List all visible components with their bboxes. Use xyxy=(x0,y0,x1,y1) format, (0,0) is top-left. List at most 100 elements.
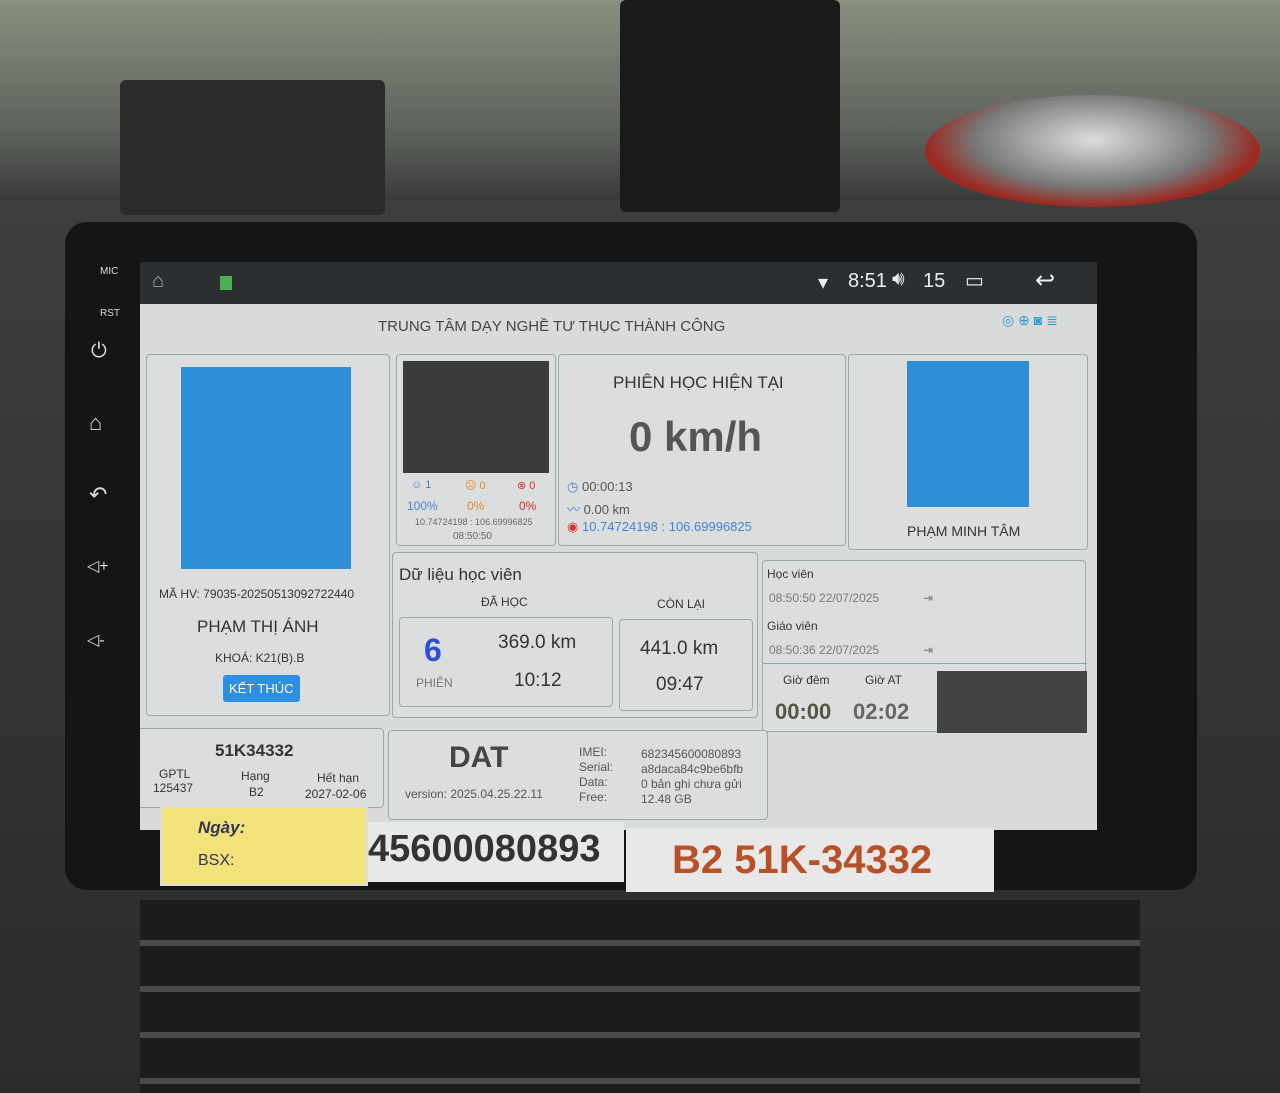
face-time: 08:50:50 xyxy=(453,531,492,542)
device-info-labels: IMEI: Serial: Data: Free: xyxy=(579,745,613,805)
auto-hours-value: 02:02 xyxy=(853,699,910,724)
learned-time: 10:12 xyxy=(514,670,562,691)
current-speed: 0 km/h xyxy=(629,413,763,460)
night-hours-label: Giờ đêm xyxy=(783,673,830,687)
remaining-km: 441.0 km xyxy=(640,638,719,659)
volume-level: 15 xyxy=(923,270,946,292)
student-log-label: Học viên xyxy=(767,567,814,581)
learned-label: ĐÃ HỌC xyxy=(481,595,528,609)
face-fail-pct: 0% xyxy=(519,499,537,513)
clock-icon: ◷ xyxy=(567,479,579,494)
dat-sticker: Ngày: BSX: xyxy=(160,806,368,886)
learned-km: 369.0 km xyxy=(498,632,577,653)
wifi-icon: ▾ xyxy=(818,272,829,294)
gptl-label: GPTL xyxy=(159,767,191,781)
volume-down-icon[interactable]: ◁- xyxy=(87,630,105,650)
back-icon[interactable]: ↶ xyxy=(89,482,107,508)
teacher-logout-icon[interactable]: ⇥ xyxy=(923,643,933,657)
sessions-count: 6 xyxy=(424,632,442,668)
student-name: PHẠM THỊ ÁNH xyxy=(197,617,319,636)
serial-value: a8daca84c9be6bfb xyxy=(641,762,744,776)
serial-label: Serial: xyxy=(579,760,614,774)
app-icon[interactable] xyxy=(220,276,232,290)
vehicle-card: 51K34332 GPTL 125437 Hạng B2 Hết hạn 202… xyxy=(140,728,384,808)
teacher-log-label: Giáo viên xyxy=(767,619,818,633)
clock: 8:51 xyxy=(848,270,887,292)
face-fail-count: ⊗ 0 xyxy=(517,480,536,492)
face-warn-count: ☹ 0 xyxy=(465,480,486,492)
teacher-name: PHẠM MINH TÂM xyxy=(907,523,1021,539)
cabin-camera-live xyxy=(937,671,1087,733)
imei-label: IMEI: xyxy=(579,745,608,759)
app-version: version: 2025.04.25.22.11 xyxy=(405,787,543,801)
imei-value: 682345600080893 xyxy=(641,747,742,761)
air-vent xyxy=(140,900,1140,1093)
app-body: TRUNG TÂM DẠY NGHỀ TƯ THỤC THÀNH CÔNG ◎ … xyxy=(140,304,1097,830)
teacher-login-time: 08:50:36 22/07/2025 xyxy=(769,643,880,657)
expiry-label: Hết hạn xyxy=(317,771,360,785)
teacher-card: PHẠM MINH TÂM xyxy=(848,354,1088,550)
face-warn-pct: 0% xyxy=(467,499,485,513)
globe-icon[interactable]: ⊕ xyxy=(1018,312,1030,328)
face-ok-pct: 100% xyxy=(407,499,438,513)
class-label: Hạng xyxy=(241,769,270,783)
gptl-value: 125437 xyxy=(153,781,194,795)
location-icon[interactable]: ◎ xyxy=(1002,312,1014,328)
recent-apps-icon[interactable]: ▭ xyxy=(965,268,984,293)
device-info-values: 682345600080893 a8daca84c9be6bfb 0 bản g… xyxy=(641,747,743,807)
student-card: MÃ HV: 79035-20250513092722440 PHẠM THỊ … xyxy=(146,354,390,716)
end-session-button[interactable]: KẾT THÚC xyxy=(223,675,300,702)
night-hours-value: 00:00 xyxy=(775,699,832,724)
screen: ⌂ ▾ 8:51 🔊︎ 15 ▭ ↩ TRUNG TÂM DẠY NGHỀ TƯ… xyxy=(140,262,1097,830)
webcam xyxy=(120,80,385,215)
camera-icon[interactable]: ◙ xyxy=(1034,312,1042,328)
volume-up-icon[interactable]: ◁+ xyxy=(87,556,109,576)
divider xyxy=(763,663,1087,664)
date-label: Ngày: xyxy=(198,818,246,837)
home-icon[interactable]: ⌂ xyxy=(89,410,102,436)
toolbar-icons: ◎ ⊕ ◙ ≣ xyxy=(1002,312,1058,329)
session-duration: ◷ 00:00:13 xyxy=(567,479,633,494)
session-coords: ◉ 10.74724198 : 106.69996825 xyxy=(567,519,752,534)
app-title: TRUNG TÂM DẠY NGHỀ TƯ THỤC THÀNH CÔNG xyxy=(378,318,726,335)
device-info-card: DAT version: 2025.04.25.22.11 IMEI: Seri… xyxy=(388,730,768,820)
data-value: 0 bản ghi chưa gửi xyxy=(641,777,742,791)
session-distance: 〰 0.00 km xyxy=(567,502,630,517)
face-ok-count: ☺ 1 xyxy=(411,479,432,491)
student-data-card: Dữ liệu học viên ĐÃ HỌC CÒN LẠI 6 PHIÊN … xyxy=(392,552,758,718)
student-logout-icon[interactable]: ⇥ xyxy=(923,591,933,605)
face-check-card: ☺ 1 ☹ 0 ⊗ 0 100% 0% 0% 10.74724198 : 106… xyxy=(396,354,556,546)
face-coords: 10.74724198 : 106.69996825 xyxy=(415,517,533,527)
student-course: KHOÁ: K21(B).B xyxy=(215,651,305,665)
plate-sticker: B2 51K-34332 xyxy=(626,828,994,892)
data-label: Data: xyxy=(579,775,608,789)
student-data-title: Dữ liệu học viên xyxy=(399,565,522,584)
student-photo xyxy=(181,367,351,569)
volume-icon: 🔊︎ xyxy=(892,268,905,290)
learned-box: 6 PHIÊN 369.0 km 10:12 xyxy=(399,617,613,707)
teacher-photo xyxy=(907,361,1029,507)
database-icon[interactable]: ≣ xyxy=(1046,312,1058,328)
vehicle-plate: 51K34332 xyxy=(215,741,294,760)
nav-home-icon[interactable]: ⌂ xyxy=(152,270,164,293)
air-freshener xyxy=(925,95,1260,207)
session-card: PHIÊN HỌC HIỆN TẠI 0 km/h ◷ 00:00:13 〰 0… xyxy=(558,354,846,546)
session-title: PHIÊN HỌC HIỆN TẠI xyxy=(613,373,784,392)
student-login-time: 08:50:50 22/07/2025 xyxy=(769,591,880,605)
expiry-value: 2027-02-06 xyxy=(305,787,367,801)
bsx-label: BSX: xyxy=(198,852,235,869)
back-nav-icon[interactable]: ↩ xyxy=(1035,266,1055,295)
remaining-box: 441.0 km 09:47 xyxy=(619,619,753,711)
power-icon[interactable]: ⏻ xyxy=(91,340,107,363)
mic-label: MIC xyxy=(100,266,119,277)
student-id: MÃ HV: 79035-20250513092722440 xyxy=(159,587,355,601)
cabin-camera-snapshot xyxy=(403,361,549,473)
perfume-bottle xyxy=(620,0,840,212)
rst-label: RST xyxy=(100,308,120,319)
trend-icon: 〰 xyxy=(567,502,581,517)
gps-icon: ◉ xyxy=(567,519,579,534)
free-value: 12.48 GB xyxy=(641,792,692,806)
auto-hours-label: Giờ AT xyxy=(865,673,902,687)
sessions-label: PHIÊN xyxy=(416,676,453,690)
remaining-label: CÒN LẠI xyxy=(657,597,706,611)
